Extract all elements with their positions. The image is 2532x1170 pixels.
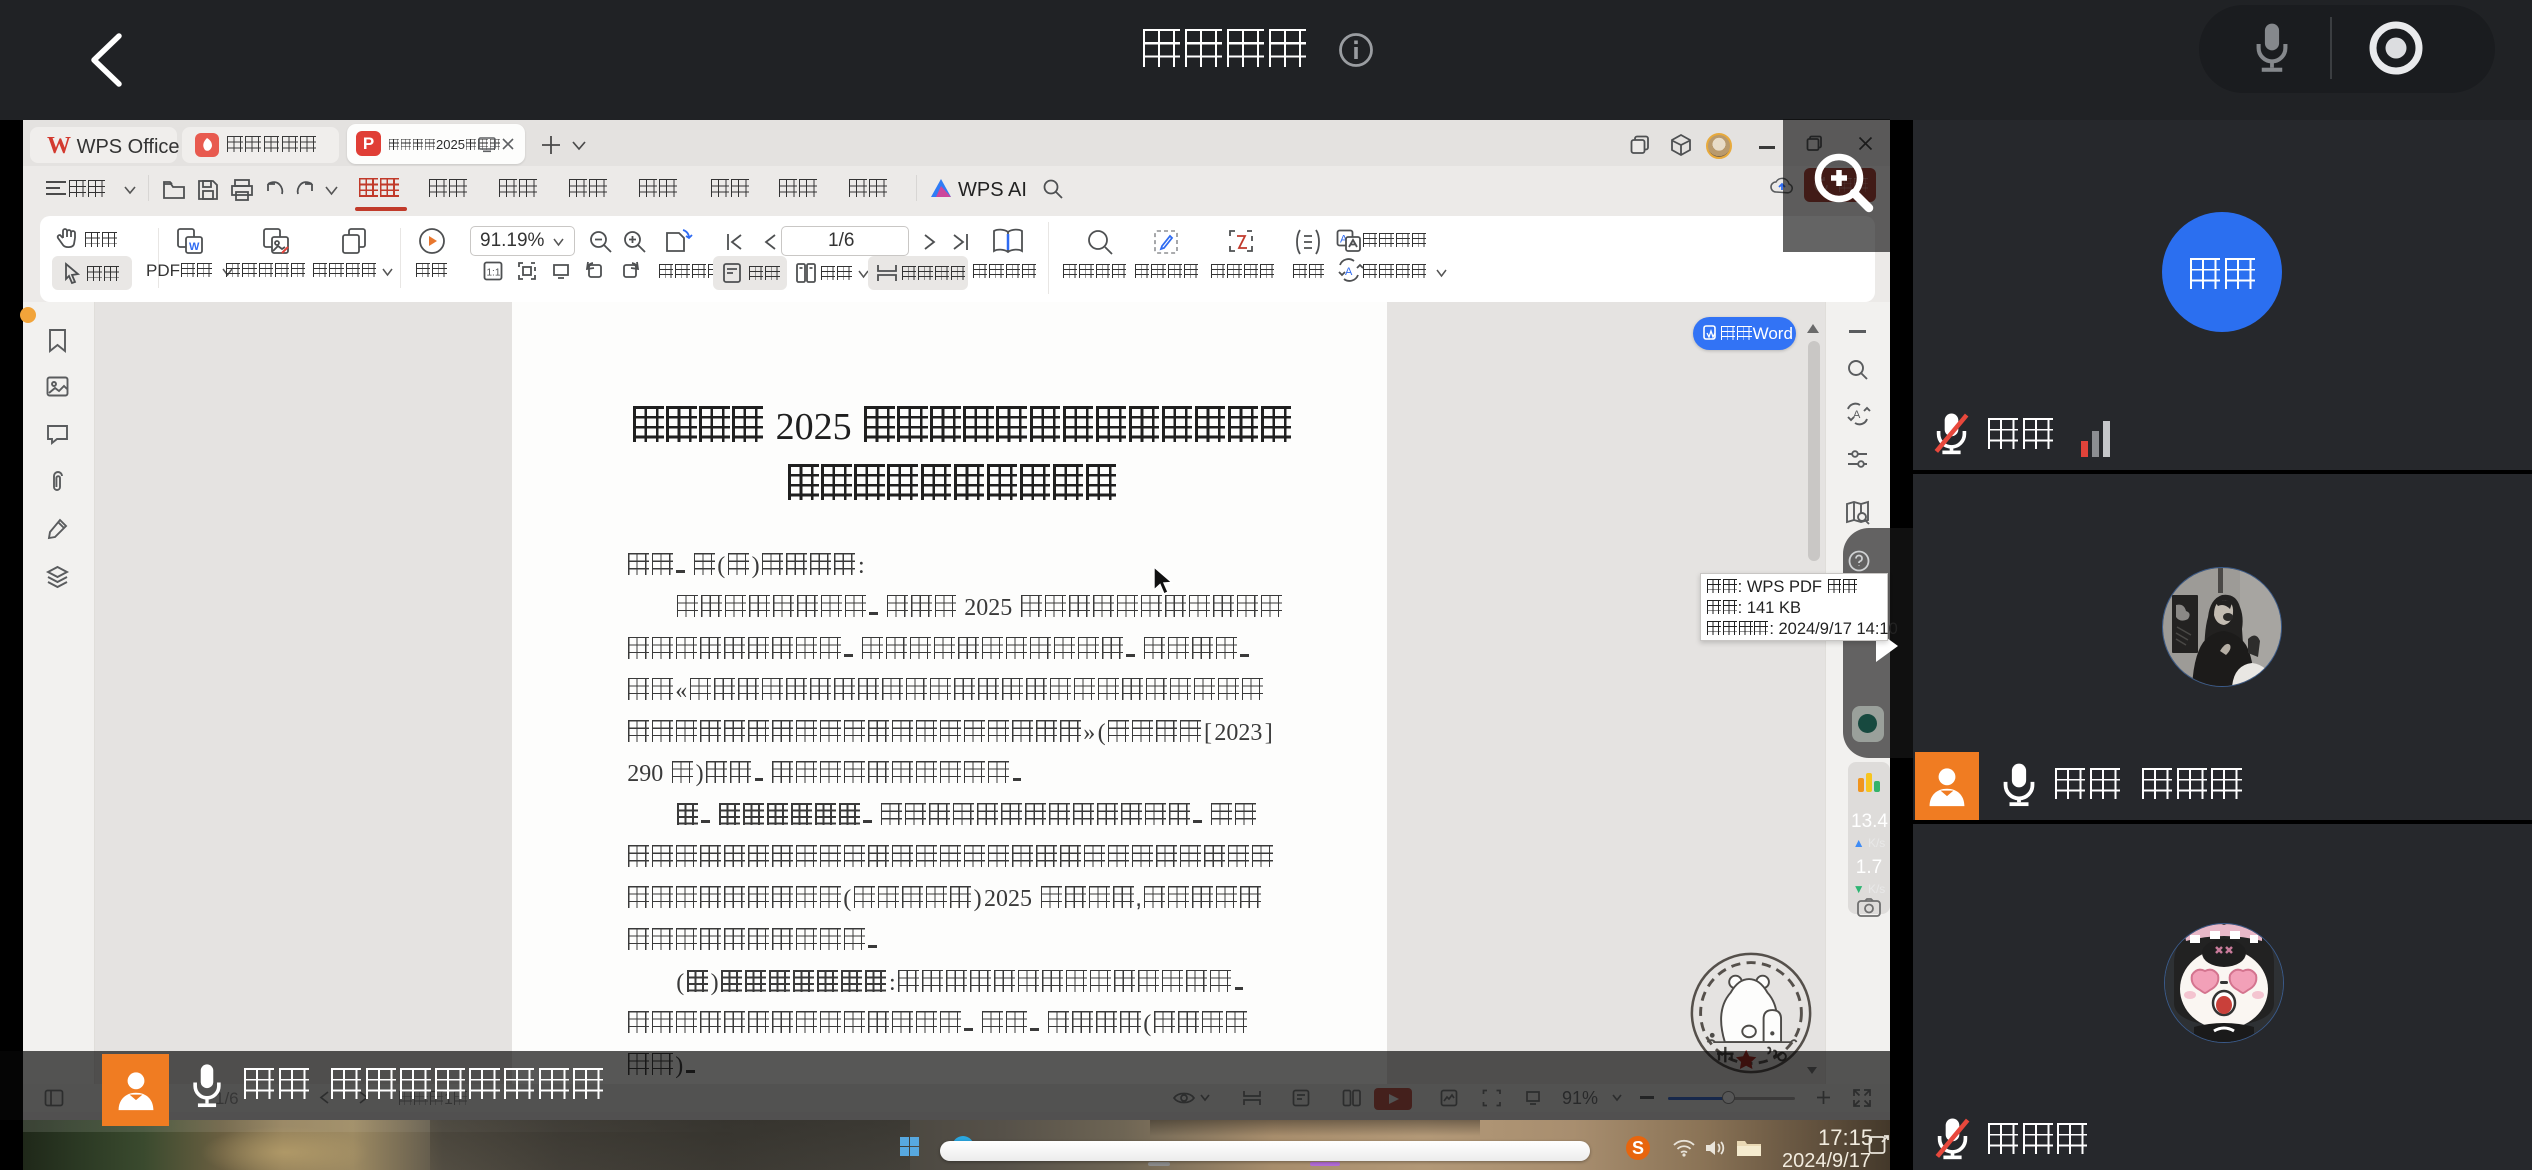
svg-text:W: W xyxy=(189,241,200,253)
svg-text:A: A xyxy=(1345,266,1353,278)
svg-text:1:1: 1:1 xyxy=(487,268,501,279)
svg-text:A: A xyxy=(1853,409,1861,421)
